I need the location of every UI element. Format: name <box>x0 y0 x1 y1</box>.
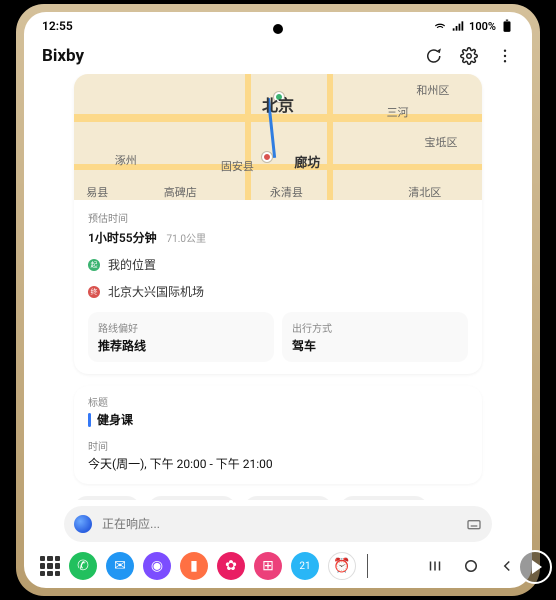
map-city-label: 高碑店 <box>164 184 197 200</box>
separator <box>367 554 368 578</box>
settings-icon[interactable] <box>460 47 478 65</box>
destination-icon: 终 <box>88 286 100 298</box>
eta-label: 预估时间 <box>88 210 468 225</box>
status-indicators: 100% <box>433 19 514 33</box>
travel-mode-value: 驾车 <box>292 337 458 354</box>
map-city-label: 宝坻区 <box>425 134 458 150</box>
app-header: Bixby <box>24 40 532 74</box>
accent-bar <box>88 413 91 427</box>
front-camera <box>273 24 283 34</box>
map-preview[interactable]: 北京 和州区 三河 涿州 固安县 廊坊 宝坻区 易县 高碑店 永清县 清北区 <box>74 74 482 200</box>
map-city-beijing: 北京 <box>262 92 294 116</box>
chat-icon[interactable] <box>424 47 442 65</box>
eta-value: 1小时55分钟 <box>88 231 157 245</box>
event-card: 标题 健身课 时间 今天(周一), 下午 20:00 - 下午 21:00 <box>74 386 482 484</box>
chip-more-modes[interactable]: 更多出行方式 <box>148 496 236 500</box>
event-time-label: 时间 <box>88 438 468 453</box>
app-title: Bixby <box>42 46 84 66</box>
input-bar <box>64 506 492 542</box>
status-time: 12:55 <box>42 19 73 33</box>
app-notes[interactable]: ▮ <box>180 552 208 580</box>
map-city-label: 永清县 <box>270 184 303 200</box>
voice-input[interactable] <box>102 517 456 531</box>
destination-row: 终 北京大兴国际机场 <box>88 283 468 300</box>
travel-mode-label: 出行方式 <box>292 320 458 335</box>
route-preference[interactable]: 路线偏好 推荐路线 <box>88 312 274 362</box>
wifi-icon <box>433 19 447 33</box>
signal-icon <box>451 19 465 33</box>
recents-button[interactable] <box>426 557 444 575</box>
app-messages[interactable]: ✉ <box>106 552 134 580</box>
app-phone[interactable]: ✆ <box>69 552 97 580</box>
destination-text: 北京大兴国际机场 <box>108 283 204 300</box>
destination-marker-icon <box>262 152 272 162</box>
map-city-label: 易县 <box>86 184 108 200</box>
app-browser[interactable]: ◉ <box>143 552 171 580</box>
chip-start-nav[interactable]: 开始导航 <box>74 496 140 500</box>
route-card: 北京 和州区 三河 涿州 固安县 廊坊 宝坻区 易县 高碑店 永清县 清北区 预… <box>74 74 482 374</box>
suggestion-chips: 开始导航 更多出行方式 分享这个事件 更改事件标题 <box>74 496 482 500</box>
keyboard-icon[interactable] <box>466 516 482 532</box>
app-gallery[interactable]: ✿ <box>217 552 245 580</box>
app-calendar[interactable]: 21 <box>291 552 319 580</box>
origin-row: 起 我的位置 <box>88 256 468 273</box>
app-store[interactable]: ⊞ <box>254 552 282 580</box>
app-clock[interactable]: ⏰ <box>328 552 356 580</box>
distance-value: 71.0公里 <box>167 234 207 245</box>
map-city-label: 固安县 <box>221 158 254 174</box>
origin-text: 我的位置 <box>108 256 156 273</box>
event-title-value: 健身课 <box>97 411 133 428</box>
battery-percent: 100% <box>469 20 496 33</box>
event-title-label: 标题 <box>88 394 468 409</box>
map-city-label: 清北区 <box>408 184 441 200</box>
event-time-value: 今天(周一), 下午 20:00 - 下午 21:00 <box>88 455 468 472</box>
origin-icon: 起 <box>88 259 100 271</box>
chip-share-event[interactable]: 分享这个事件 <box>244 496 332 500</box>
main-content[interactable]: 北京 和州区 三河 涿州 固安县 廊坊 宝坻区 易县 高碑店 永清县 清北区 预… <box>24 74 532 500</box>
battery-icon <box>500 19 514 33</box>
travel-mode[interactable]: 出行方式 驾车 <box>282 312 468 362</box>
more-icon[interactable] <box>496 47 514 65</box>
route-preference-label: 路线偏好 <box>98 320 264 335</box>
map-city-label: 廊坊 <box>294 152 320 171</box>
bixby-orb-icon[interactable] <box>74 515 92 533</box>
apps-grid-icon[interactable] <box>40 556 60 576</box>
chip-change-title[interactable]: 更改事件标题 <box>340 496 428 500</box>
map-city-label: 涿州 <box>115 152 137 168</box>
play-button[interactable] <box>518 550 552 584</box>
back-button[interactable] <box>498 557 516 575</box>
route-preference-value: 推荐路线 <box>98 337 264 354</box>
map-city-label: 和州区 <box>416 82 449 98</box>
home-button[interactable] <box>462 557 480 575</box>
map-city-label: 三河 <box>387 104 409 120</box>
bottom-bar: ✆ ✉ ◉ ▮ ✿ ⊞ 21 ⏰ <box>24 548 532 588</box>
